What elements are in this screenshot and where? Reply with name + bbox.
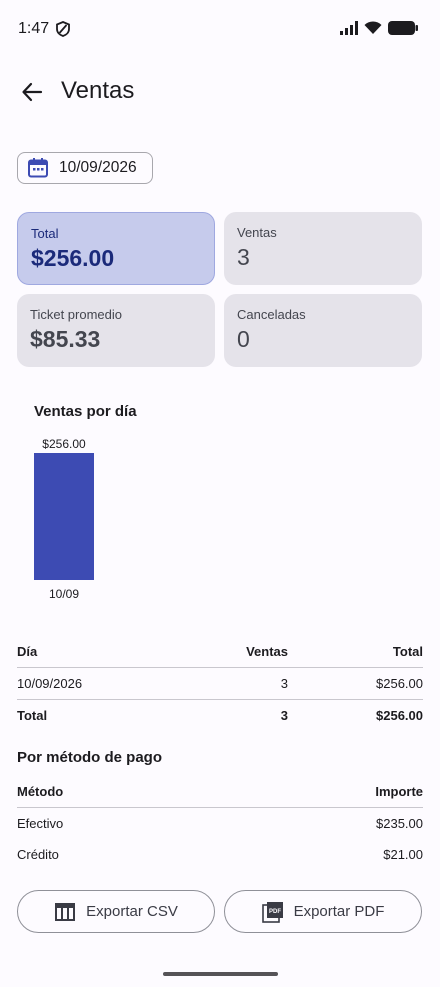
table-row: Efectivo $235.00 <box>17 808 423 839</box>
status-time: 1:47 <box>18 20 50 37</box>
page-title: Ventas <box>61 77 135 104</box>
summary-card-ticket-promedio: Ticket promedio $85.33 <box>17 294 215 367</box>
summary-card-total: Total $256.00 <box>17 212 215 285</box>
wifi-icon <box>364 21 382 34</box>
export-pdf-label: Exportar PDF <box>293 903 385 920</box>
totals-total: $256.00 <box>376 708 423 723</box>
arrow-back-icon <box>22 82 43 102</box>
cell-metodo: Efectivo <box>17 816 64 831</box>
battery-icon <box>388 21 418 35</box>
shield-icon <box>56 21 70 37</box>
chart-data-label: $256.00 <box>42 437 86 451</box>
daily-sales-table: Día Ventas Total 10/09/2026 3 $256.00 To… <box>17 636 423 731</box>
cell-total: $256.00 <box>376 676 423 691</box>
totals-label: Total <box>17 708 48 723</box>
cell-importe: $235.00 <box>376 816 423 831</box>
table-header-row: Método Importe <box>17 776 423 808</box>
payment-method-table: Método Importe Efectivo $235.00 Crédito … <box>17 776 423 870</box>
table-row: Crédito $21.00 <box>17 839 423 870</box>
cellular-signal-icon <box>340 21 358 35</box>
card-label: Canceladas <box>237 307 306 322</box>
svg-text:PDF: PDF <box>269 909 281 915</box>
header-metodo: Método <box>17 784 64 799</box>
top-app-bar: Ventas <box>0 68 440 116</box>
chart-bar <box>34 453 94 580</box>
table-icon <box>55 902 76 921</box>
home-indicator <box>163 972 278 976</box>
header-dia: Día <box>17 644 38 659</box>
card-label: Total <box>31 226 59 241</box>
sales-by-day-chart: $256.00 10/09 <box>34 437 94 601</box>
header-importe: Importe <box>375 784 423 799</box>
calendar-icon <box>28 158 48 178</box>
header-ventas: Ventas <box>246 644 288 659</box>
table-header-row: Día Ventas Total <box>17 636 423 668</box>
chart-title: Ventas por día <box>34 403 137 420</box>
summary-card-ventas: Ventas 3 <box>224 212 422 285</box>
cell-metodo: Crédito <box>17 847 59 862</box>
card-label: Ventas <box>237 225 277 240</box>
totals-ventas: 3 <box>280 708 288 723</box>
card-value: $85.33 <box>30 326 101 352</box>
cell-importe: $21.00 <box>383 847 423 862</box>
card-value: 0 <box>237 326 250 352</box>
status-bar: 1:47 <box>0 0 440 56</box>
cell-dia: 10/09/2026 <box>17 676 83 691</box>
header-total: Total <box>392 644 423 659</box>
chart-category-label: 10/09 <box>49 587 79 601</box>
date-picker-button[interactable]: 10/09/2026 <box>17 152 153 184</box>
export-pdf-button[interactable]: PDF Exportar PDF <box>224 890 422 933</box>
card-value: 3 <box>237 244 250 270</box>
summary-card-canceladas: Canceladas 0 <box>224 294 422 367</box>
card-value: $256.00 <box>31 245 115 271</box>
table-totals-row: Total 3 $256.00 <box>17 700 423 731</box>
export-csv-label: Exportar CSV <box>86 903 178 920</box>
back-button[interactable] <box>18 78 46 106</box>
date-value: 10/09/2026 <box>59 159 137 176</box>
pdf-icon: PDF <box>261 901 283 923</box>
export-csv-button[interactable]: Exportar CSV <box>17 890 215 933</box>
table-row: 10/09/2026 3 $256.00 <box>17 668 423 700</box>
payment-section-title: Por método de pago <box>17 749 163 766</box>
cell-ventas: 3 <box>280 676 288 691</box>
card-label: Ticket promedio <box>30 307 122 322</box>
